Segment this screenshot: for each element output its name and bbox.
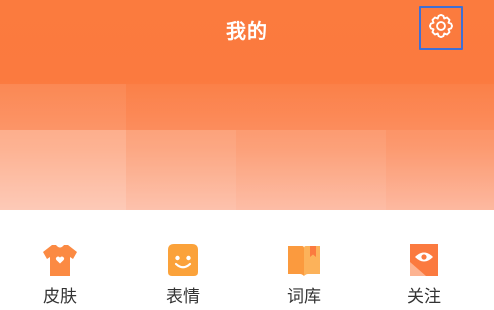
menu-item-follow[interactable]: 关注 <box>384 242 464 306</box>
book-icon <box>285 242 323 278</box>
banner-tile <box>126 130 236 210</box>
banner-tile <box>0 130 126 210</box>
feature-menu: 皮肤 表情 词库 关注 <box>0 210 494 310</box>
banner-tile <box>126 84 494 130</box>
menu-item-dictionary[interactable]: 词库 <box>264 242 344 306</box>
menu-item-label: 词库 <box>287 287 321 307</box>
banner-tile <box>386 130 494 210</box>
menu-item-label: 皮肤 <box>43 287 77 307</box>
gear-icon <box>427 12 455 44</box>
smiley-icon <box>164 242 202 278</box>
menu-item-label: 表情 <box>166 287 200 307</box>
menu-item-skin[interactable]: 皮肤 <box>20 242 100 306</box>
banner-tile <box>236 130 386 210</box>
profile-header: 我的 <box>0 0 494 210</box>
menu-item-emoji[interactable]: 表情 <box>143 242 223 306</box>
eye-bookmark-icon <box>405 242 443 278</box>
menu-item-label: 关注 <box>407 287 441 307</box>
tshirt-icon <box>41 242 79 278</box>
settings-button[interactable] <box>419 6 463 50</box>
banner-tile <box>0 84 126 130</box>
